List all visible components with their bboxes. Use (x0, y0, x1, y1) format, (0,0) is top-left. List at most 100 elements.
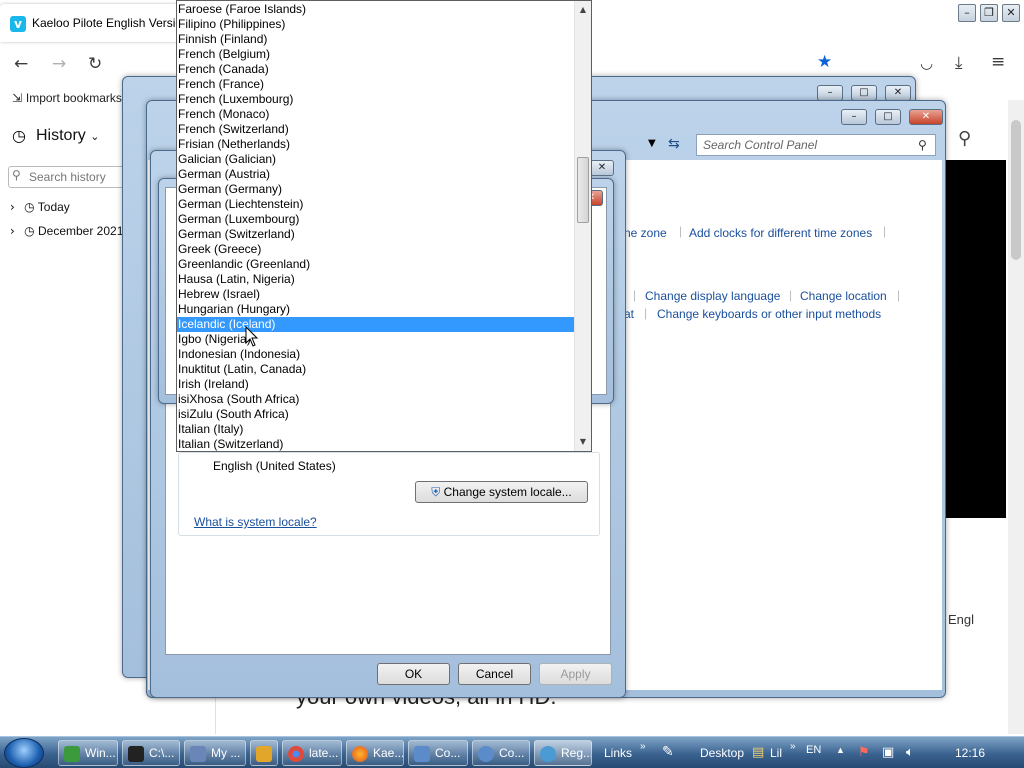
refresh-icon[interactable]: ⇆ (668, 136, 680, 152)
show-hidden-icons-icon[interactable]: ▲ (836, 745, 845, 755)
history-item-today[interactable]: › ◷ Today (10, 200, 70, 214)
start-button[interactable] (4, 738, 44, 768)
history-title[interactable]: History ⌄ (36, 127, 99, 145)
locale-option[interactable]: Italian (Switzerland) (177, 437, 575, 451)
locale-option[interactable]: Icelandic (Iceland) (177, 317, 575, 332)
clock[interactable]: 12:16 (955, 746, 985, 760)
bookmark-star-icon[interactable]: ★ (817, 52, 832, 72)
ok-button[interactable]: OK (377, 663, 450, 685)
page-scrollbar[interactable] (1008, 100, 1024, 734)
taskbar-button-5[interactable]: late... (282, 740, 342, 766)
locale-option[interactable]: French (Monaco) (177, 107, 575, 122)
close-icon[interactable]: ✕ (909, 109, 943, 125)
locale-option[interactable]: Frisian (Netherlands) (177, 137, 575, 152)
locale-list[interactable]: Faroese (Faroe Islands) Filipino (Philipp… (177, 2, 575, 451)
chevron-icon[interactable]: » (790, 741, 796, 752)
what-is-system-locale-link[interactable]: What is system locale? (194, 515, 317, 529)
locale-option[interactable]: German (Switzerland) (177, 227, 575, 242)
maximize-icon[interactable]: □ (851, 85, 877, 101)
security-flag-icon[interactable]: ⚑ (858, 744, 870, 760)
video-player[interactable] (946, 160, 1006, 518)
locale-option[interactable]: German (Germany) (177, 182, 575, 197)
reload-icon[interactable]: ↻ (88, 54, 102, 74)
control-panel-search-input[interactable]: Search Control Panel (696, 134, 936, 156)
locale-option[interactable]: Indonesian (Indonesia) (177, 347, 575, 362)
history-item-december[interactable]: › ◷ December 2021 (10, 224, 123, 238)
locale-option[interactable]: French (Canada) (177, 62, 575, 77)
taskbar-button-8[interactable]: Co... (472, 740, 530, 766)
links-toolbar[interactable]: Links (604, 746, 632, 760)
browser-tab[interactable]: v Kaeloo Pilote English Version (0, 4, 182, 42)
locale-option[interactable]: Hausa (Latin, Nigeria) (177, 272, 575, 287)
locale-option[interactable]: isiXhosa (South Africa) (177, 392, 575, 407)
scroll-up-icon[interactable]: ▲ (575, 3, 591, 17)
link-change-location[interactable]: Change location (800, 289, 887, 303)
locale-option[interactable]: French (Switzerland) (177, 122, 575, 137)
browser-tab-title: Kaeloo Pilote English Version (32, 16, 182, 30)
locale-list-scrollbar[interactable]: ▲ ▼ (574, 1, 591, 451)
locale-option[interactable]: Greek (Greece) (177, 242, 575, 257)
forward-icon[interactable]: → (52, 54, 66, 74)
taskbar-button-3[interactable]: My ... (184, 740, 246, 766)
language-indicator[interactable]: EN (806, 744, 821, 756)
minimize-icon[interactable]: – (958, 4, 976, 22)
notepad-icon[interactable]: ✎ (662, 743, 674, 760)
library-icon[interactable]: ▤ (752, 744, 764, 760)
change-system-locale-button[interactable]: ⛨ Change system locale... (415, 481, 588, 503)
locale-option[interactable]: French (France) (177, 77, 575, 92)
locale-option[interactable]: Inuktitut (Latin, Canada) (177, 362, 575, 377)
taskbar-button-2[interactable]: C:\... (122, 740, 180, 766)
library-toolbar[interactable]: Lil (770, 746, 782, 760)
locale-option[interactable]: Faroese (Faroe Islands) (177, 2, 575, 17)
desktop-toolbar[interactable]: Desktop (700, 746, 744, 760)
control-panel-icon (414, 746, 430, 762)
taskbar-button-6[interactable]: Kae... (346, 740, 404, 766)
taskbar-button-4[interactable] (250, 740, 278, 766)
network-icon[interactable]: ▣ (882, 744, 894, 760)
locale-dropdown-list[interactable]: Faroese (Faroe Islands) Filipino (Philipp… (176, 0, 592, 452)
close-icon[interactable]: ✕ (1002, 4, 1020, 22)
locale-option[interactable]: isiZulu (South Africa) (177, 407, 575, 422)
close-icon[interactable]: ✕ (590, 160, 614, 176)
scroll-thumb[interactable] (577, 157, 589, 223)
apply-button[interactable]: Apply (539, 663, 612, 685)
restore-icon[interactable]: ❐ (980, 4, 998, 22)
link-change-keyboards[interactable]: Change keyboards or other input methods (657, 307, 881, 321)
locale-option[interactable]: Igbo (Nigeria) (177, 332, 575, 347)
taskbar-button-region[interactable]: Reg... (534, 740, 592, 766)
locale-option[interactable]: Hebrew (Israel) (177, 287, 575, 302)
locale-option[interactable]: German (Austria) (177, 167, 575, 182)
search-icon: ⚲ (918, 138, 927, 152)
chevron-icon[interactable]: » (640, 741, 646, 752)
link-change-display-language[interactable]: Change display language (645, 289, 780, 303)
menu-icon[interactable]: ≡ (991, 52, 1005, 72)
locale-option[interactable]: Filipino (Philippines) (177, 17, 575, 32)
locale-option[interactable]: Galician (Galician) (177, 152, 575, 167)
address-dropdown-icon[interactable]: ▼ (648, 138, 656, 149)
link-add-clocks[interactable]: Add clocks for different time zones (689, 226, 872, 240)
download-icon[interactable]: ⤓ (955, 53, 963, 73)
cancel-button[interactable]: Cancel (458, 663, 531, 685)
page-search-icon[interactable]: ⚲ (958, 128, 971, 149)
link-time-zone[interactable]: ne zone (624, 226, 667, 240)
pocket-icon[interactable]: ◡ (920, 54, 933, 72)
import-bookmarks-button[interactable]: ⇲ Import bookmarks (12, 91, 122, 105)
locale-option[interactable]: Hungarian (Hungary) (177, 302, 575, 317)
maximize-icon[interactable]: □ (875, 109, 901, 125)
back-icon[interactable]: ← (14, 54, 28, 74)
taskbar-button-1[interactable]: Win... (58, 740, 118, 766)
locale-option[interactable]: Finnish (Finland) (177, 32, 575, 47)
locale-option[interactable]: Greenlandic (Greenland) (177, 257, 575, 272)
locale-option[interactable]: Irish (Ireland) (177, 377, 575, 392)
minimize-icon[interactable]: – (841, 109, 867, 125)
locale-option[interactable]: French (Belgium) (177, 47, 575, 62)
close-icon[interactable]: ✕ (885, 85, 911, 101)
locale-option[interactable]: German (Luxembourg) (177, 212, 575, 227)
volume-icon[interactable]: 🔈︎ (906, 744, 914, 760)
minimize-icon[interactable]: – (817, 85, 843, 101)
scroll-down-icon[interactable]: ▼ (575, 435, 591, 449)
locale-option[interactable]: French (Luxembourg) (177, 92, 575, 107)
locale-option[interactable]: Italian (Italy) (177, 422, 575, 437)
locale-option[interactable]: German (Liechtenstein) (177, 197, 575, 212)
taskbar-button-7[interactable]: Co... (408, 740, 468, 766)
